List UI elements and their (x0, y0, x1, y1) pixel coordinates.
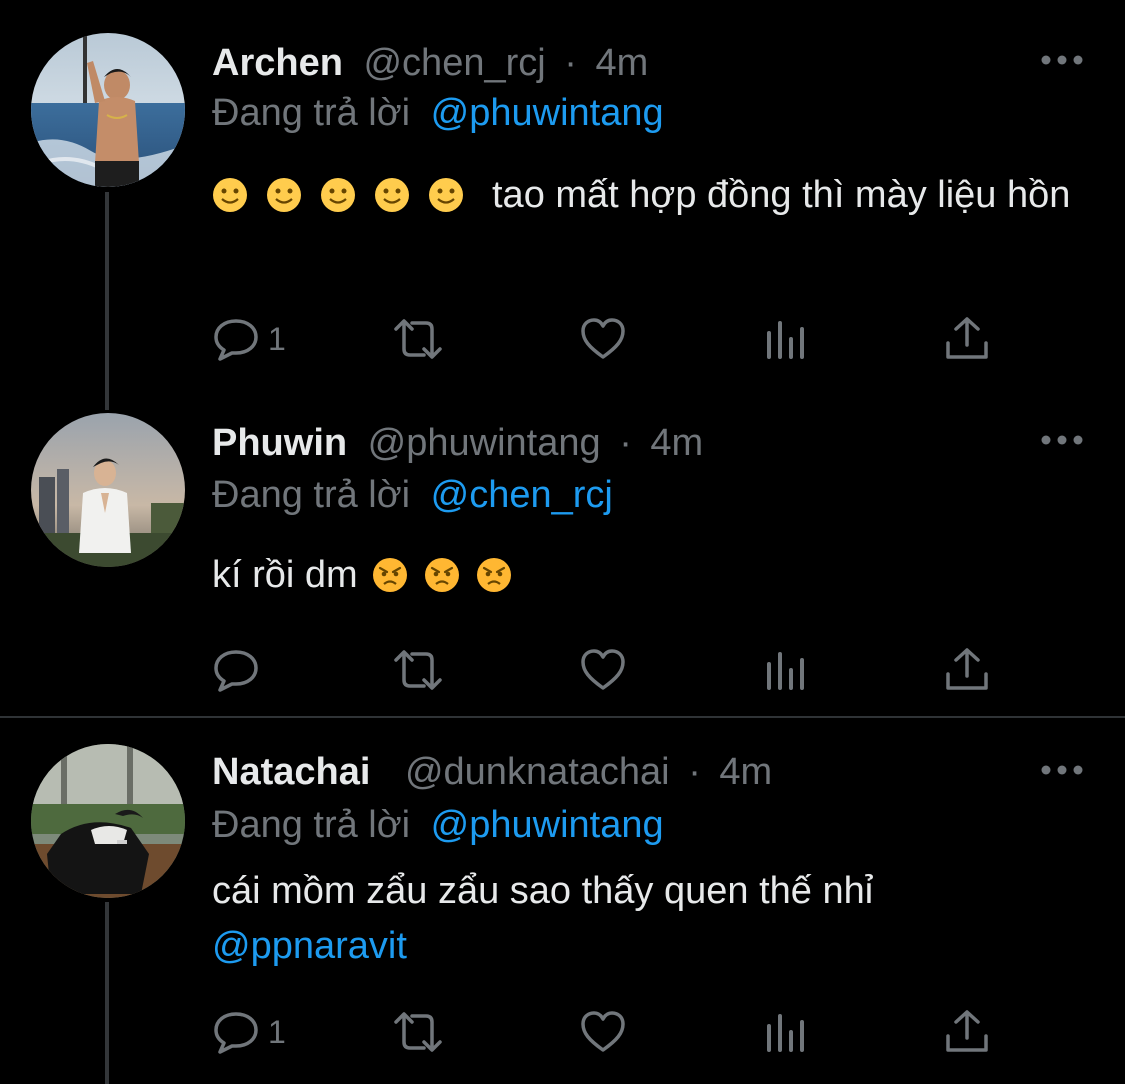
like-button[interactable] (579, 315, 627, 363)
reply-count: 1 (268, 1013, 286, 1050)
reply-icon (214, 319, 258, 361)
reply-mention-link[interactable]: @chen_rcj (431, 474, 613, 516)
more-icon[interactable] (1040, 764, 1084, 776)
handle[interactable]: @dunknatachai (405, 751, 670, 793)
slightly-smiling-face-emoji (213, 178, 247, 212)
separator: · (619, 422, 632, 464)
replying-to: Đang trả lời @phuwintang (212, 94, 664, 132)
views-icon (767, 321, 804, 359)
replying-to: Đang trả lời @chen_rcj (212, 476, 613, 514)
timestamp[interactable]: 4m (650, 422, 703, 464)
share-button[interactable] (944, 315, 990, 363)
reply-icon (214, 650, 258, 692)
retweet-icon (394, 650, 442, 690)
avatar[interactable] (31, 33, 185, 187)
tweet-header: Natachai @dunknatachai · 4m (212, 753, 772, 791)
views-button[interactable] (765, 1008, 807, 1056)
share-icon (946, 1010, 988, 1052)
angry-face-emoji (476, 558, 511, 592)
tweet[interactable]: Phuwin @phuwintang · 4m Đang trả lời @ch… (0, 410, 1125, 716)
display-name[interactable]: Natachai (212, 751, 370, 793)
views-button[interactable] (765, 315, 807, 363)
avatar[interactable] (31, 413, 185, 567)
slightly-smiling-face-emoji (267, 178, 301, 212)
views-icon (767, 652, 804, 690)
more-icon[interactable] (1040, 434, 1084, 446)
replying-to: Đang trả lời @phuwintang (212, 806, 664, 844)
angry-face-emoji (372, 558, 407, 592)
retweet-icon (394, 319, 442, 359)
action-bar: 1 (212, 1008, 1002, 1058)
tweet-text-content: cái mồm zẩu zẩu sao thấy quen thế nhỉ (212, 870, 874, 912)
slightly-smiling-face-emoji (375, 178, 409, 212)
reply-icon (214, 1012, 258, 1054)
views-button[interactable] (765, 646, 807, 694)
avatar[interactable] (31, 744, 185, 898)
tweet-text: tao mất hợp đồng thì mày liệu hồn (212, 168, 1092, 223)
reply-mention-link[interactable]: @phuwintang (431, 92, 664, 134)
replying-to-label: Đang trả lời (212, 474, 411, 516)
like-icon (581, 1011, 625, 1052)
slightly-smiling-face-emoji (321, 178, 355, 212)
like-icon (581, 649, 625, 690)
views-icon (767, 1014, 804, 1052)
timestamp[interactable]: 4m (595, 42, 648, 84)
separator: · (688, 751, 701, 793)
separator: · (564, 42, 577, 84)
replying-to-label: Đang trả lời (212, 92, 411, 134)
tweet-header: Archen @chen_rcj · 4m (212, 44, 648, 82)
tweet-header: Phuwin @phuwintang · 4m (212, 424, 703, 462)
tweet[interactable]: Archen @chen_rcj · 4m Đang trả lời @phuw… (0, 0, 1125, 410)
share-icon (946, 648, 988, 690)
handle[interactable]: @phuwintang (368, 422, 601, 464)
display-name[interactable]: Phuwin (212, 422, 347, 464)
tweet-text-content: tao mất hợp đồng thì mày liệu hồn (492, 174, 1071, 216)
tweet-text: kí rồi dm (212, 548, 1092, 603)
slightly-smiling-face-emoji (429, 178, 463, 212)
tweet[interactable]: Natachai @dunknatachai · 4m Đang trả lời… (0, 718, 1125, 1084)
like-button[interactable] (579, 1008, 627, 1056)
retweet-icon (394, 1012, 442, 1052)
display-name[interactable]: Archen (212, 42, 343, 84)
tweet-text-content: kí rồi dm (212, 554, 358, 596)
action-bar (212, 646, 1002, 696)
angry-face-emoji (424, 558, 459, 592)
more-icon[interactable] (1040, 54, 1084, 66)
handle[interactable]: @chen_rcj (363, 42, 545, 84)
share-icon (946, 317, 988, 359)
like-button[interactable] (579, 646, 627, 694)
tweet-mention-link[interactable]: @ppnaravit (212, 919, 1092, 974)
share-button[interactable] (944, 1008, 990, 1056)
like-icon (581, 318, 625, 359)
retweet-button[interactable] (390, 1008, 446, 1056)
reply-button[interactable]: 1 (212, 1008, 286, 1056)
share-button[interactable] (944, 646, 990, 694)
retweet-button[interactable] (390, 315, 446, 363)
replying-to-label: Đang trả lời (212, 804, 411, 846)
reply-count: 1 (268, 320, 286, 357)
retweet-button[interactable] (390, 646, 446, 694)
action-bar: 1 (212, 315, 1002, 365)
timestamp[interactable]: 4m (719, 751, 772, 793)
reply-button[interactable] (212, 646, 268, 694)
reply-button[interactable]: 1 (212, 315, 286, 363)
tweet-text: cái mồm zẩu zẩu sao thấy quen thế nhỉ @p… (212, 864, 1092, 974)
reply-mention-link[interactable]: @phuwintang (431, 804, 664, 846)
